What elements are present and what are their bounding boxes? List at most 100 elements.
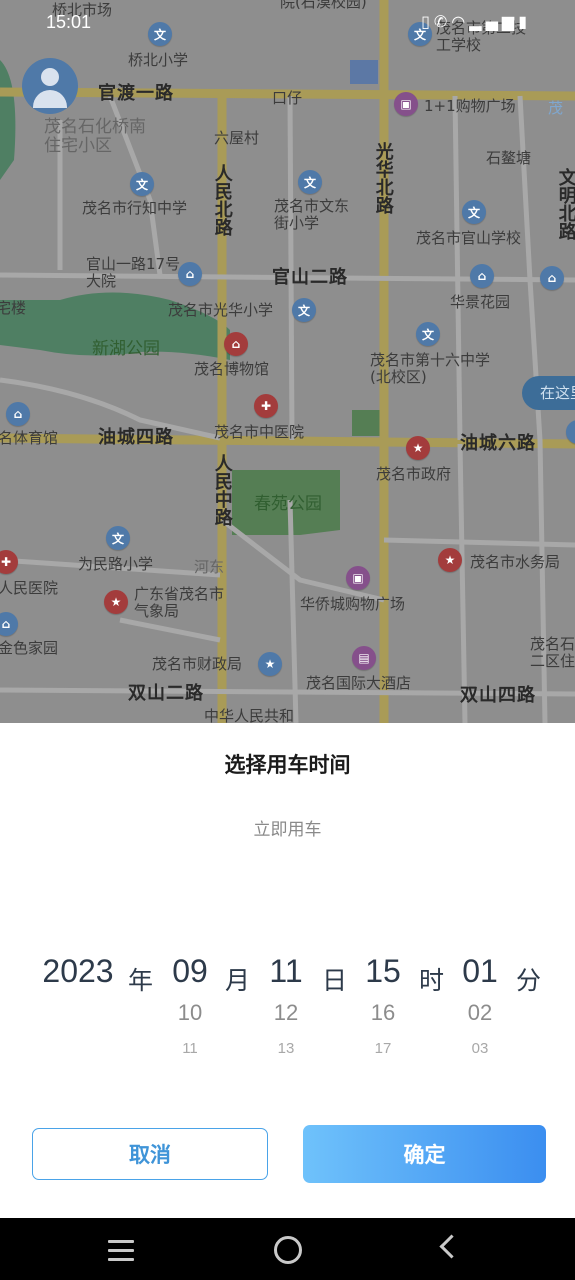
government-icon[interactable]: ★ — [438, 548, 462, 572]
government-icon[interactable]: ★ — [258, 652, 282, 676]
map-label: 茂名石化桥南住宅小区 — [44, 117, 146, 156]
confirm-button[interactable]: 确定 — [303, 1125, 546, 1183]
government-icon[interactable]: ★ — [406, 436, 430, 460]
month-unit: 月 — [225, 966, 251, 995]
map-label: 茂名市光华小学 — [168, 301, 274, 319]
status-time: 15:01 — [46, 12, 92, 32]
map-label: 中华人民共和 — [204, 707, 295, 723]
day-selected: 11 — [269, 953, 303, 989]
residence-icon[interactable]: ⌂ — [178, 262, 202, 286]
map-label: 名体育馆 — [0, 429, 59, 447]
map-label: 官山一路17号大院 — [86, 255, 181, 290]
day-wheel[interactable]: 11 12 13 — [262, 953, 310, 1057]
map-label: 人民医院 — [0, 579, 59, 597]
school-icon[interactable]: 文 — [462, 200, 486, 224]
datetime-picker[interactable]: 2023 年 09 10 11 月 11 12 13 日 15 16 17 时 … — [0, 953, 575, 1073]
map-label: 茂名博物馆 — [194, 360, 270, 378]
hour-unit: 时 — [419, 966, 445, 995]
back-icon[interactable] — [439, 1234, 464, 1259]
minute-wheel[interactable]: 01 02 03 — [456, 953, 504, 1057]
map-label: 新湖公园 — [92, 339, 160, 359]
signal-icon: ▂▄▆ — [469, 12, 519, 31]
status-bar: 15:01 ▯✆◠▂▄▆▮ — [0, 0, 575, 46]
day-unit: 日 — [322, 966, 348, 995]
year-wheel[interactable]: 2023 — [38, 953, 118, 990]
map-label: 茂 — [548, 99, 564, 117]
minute-unit: 分 — [516, 966, 542, 995]
month-selected: 09 — [172, 953, 208, 989]
user-location-avatar[interactable] — [22, 58, 78, 114]
map-label: 茂名国际大酒店 — [306, 674, 412, 692]
map-label: 为民路小学 — [78, 555, 154, 573]
hotel-icon[interactable]: ▤ — [352, 646, 376, 670]
avatar-body — [33, 90, 67, 108]
battery-icon: ▮ — [518, 12, 531, 31]
home-icon[interactable] — [274, 1236, 302, 1264]
residence-icon[interactable]: ⌂ — [540, 266, 564, 290]
year-selected: 2023 — [42, 953, 114, 989]
month-next: 10 — [177, 1000, 203, 1025]
stadium-icon[interactable]: ⌂ — [6, 402, 30, 426]
road-label: 人民中路 — [211, 454, 233, 526]
map-label: 茂名市文东街小学 — [274, 197, 350, 232]
map-label: 茂名市第十六中学(北校区) — [370, 351, 491, 386]
map-view[interactable]: 桥北市场 院(石漠校园) 茂名市第二技工学校 桥北小学 官渡一路 口仔 1+1购… — [0, 0, 575, 723]
road-label: 人民北路 — [211, 164, 233, 236]
minute-selected: 01 — [462, 953, 498, 989]
road-label: 光华北路 — [372, 142, 394, 214]
hospital-icon[interactable]: ✚ — [254, 394, 278, 418]
map-label: 宅楼 — [0, 299, 27, 317]
museum-icon[interactable]: ⌂ — [224, 332, 248, 356]
map-label: 华侨城购物广场 — [300, 595, 406, 613]
hour-wheel[interactable]: 15 16 17 — [359, 953, 407, 1057]
school-icon[interactable]: 文 — [298, 170, 322, 194]
map-label: 金色家园 — [0, 639, 59, 657]
here-button[interactable]: 在这里 — [522, 376, 575, 410]
status-icons: ▯✆◠▂▄▆▮ — [421, 12, 531, 31]
day-next: 12 — [273, 1000, 299, 1025]
shopping-icon[interactable]: ▣ — [394, 92, 418, 116]
month-wheel[interactable]: 09 10 11 — [166, 953, 214, 1057]
school-icon[interactable]: 文 — [292, 298, 316, 322]
road-label: 双山二路 — [128, 683, 204, 704]
map-label: 茂名市政府 — [376, 465, 452, 483]
map-label: 口仔 — [272, 89, 303, 107]
map-label: 茂名市行知中学 — [82, 199, 188, 217]
road-label: 官山二路 — [272, 267, 348, 288]
road-label: 文明北路 — [555, 168, 575, 240]
government-icon[interactable]: ★ — [104, 590, 128, 614]
map-label: 石鳌塘 — [486, 149, 532, 167]
map-label: 1+1购物广场 — [424, 97, 516, 115]
month-next2: 11 — [182, 1040, 198, 1057]
time-picker-sheet: 选择用车时间 立即用车 2023 年 09 10 11 月 11 12 13 日… — [0, 723, 575, 1218]
road-label: 官渡一路 — [98, 83, 174, 104]
school-icon[interactable]: 文 — [416, 322, 440, 346]
avatar-head — [41, 68, 59, 86]
school-icon[interactable]: 文 — [130, 172, 154, 196]
sheet-title: 选择用车时间 — [224, 753, 351, 777]
map-label: 桥北小学 — [128, 51, 189, 69]
road-label: 油城四路 — [98, 427, 174, 448]
year-unit: 年 — [128, 966, 154, 995]
map-label: 河东 — [194, 558, 225, 576]
map-label: 六屋村 — [214, 129, 260, 147]
school-icon[interactable]: 文 — [106, 526, 130, 550]
map-label: 春苑公园 — [254, 494, 322, 514]
road-label: 双山四路 — [460, 685, 536, 706]
map-label: 茂名市水务局 — [470, 553, 561, 571]
now-option[interactable]: 立即用车 — [0, 815, 575, 840]
map-label: 茂名市官山学校 — [416, 229, 522, 247]
hour-next: 16 — [370, 1000, 396, 1025]
minute-next2: 03 — [471, 1040, 489, 1057]
map-label: 茂名市中医院 — [214, 423, 305, 441]
residence-icon[interactable]: ⌂ — [470, 264, 494, 288]
minute-next: 02 — [467, 1000, 493, 1025]
cancel-button[interactable]: 取消 — [32, 1128, 268, 1180]
shopping-icon[interactable]: ▣ — [346, 566, 370, 590]
hour-next2: 17 — [374, 1040, 392, 1057]
map-label: 广东省茂名市气象局 — [134, 585, 225, 620]
menu-icon[interactable] — [108, 1240, 134, 1267]
map-label: 华景花园 — [450, 293, 511, 311]
road-label: 油城六路 — [460, 433, 536, 454]
system-nav-bar — [0, 1218, 575, 1280]
